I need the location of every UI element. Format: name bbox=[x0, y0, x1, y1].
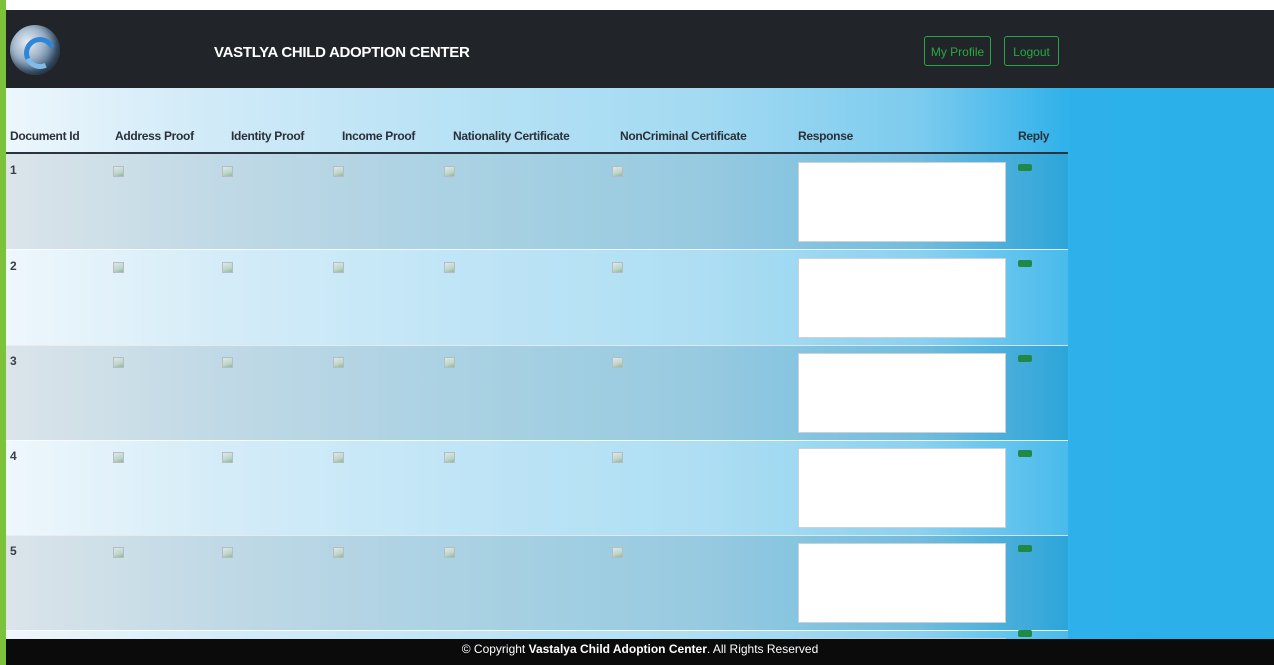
footer-org-name: Vastalya Child Adoption Center bbox=[528, 642, 707, 656]
income-proof-image-icon[interactable] bbox=[333, 452, 344, 463]
reply-button[interactable] bbox=[1018, 355, 1032, 362]
table-row-partial bbox=[6, 630, 1068, 639]
nationality-certificate-image-icon[interactable] bbox=[444, 262, 455, 273]
noncriminal-certificate-image-icon[interactable] bbox=[612, 452, 623, 463]
logout-button[interactable]: Logout bbox=[1004, 36, 1059, 66]
table-row: 5 bbox=[6, 535, 1068, 631]
reply-button[interactable] bbox=[1018, 545, 1032, 552]
reply-button[interactable] bbox=[1018, 630, 1032, 637]
page: VASTLYA CHILD ADOPTION CENTER My Profile… bbox=[0, 0, 1274, 665]
reply-button[interactable] bbox=[1018, 260, 1032, 267]
income-proof-image-icon[interactable] bbox=[333, 262, 344, 273]
response-textarea[interactable] bbox=[798, 162, 1006, 242]
document-id: 3 bbox=[10, 354, 17, 368]
noncriminal-certificate-image-icon[interactable] bbox=[612, 357, 623, 368]
nationality-certificate-image-icon[interactable] bbox=[444, 452, 455, 463]
nationality-certificate-image-icon[interactable] bbox=[444, 547, 455, 558]
address-proof-image-icon[interactable] bbox=[113, 357, 124, 368]
noncriminal-certificate-image-icon[interactable] bbox=[612, 166, 623, 177]
reply-button[interactable] bbox=[1018, 450, 1032, 457]
table-row: 2 bbox=[6, 250, 1068, 346]
identity-proof-image-icon[interactable] bbox=[222, 166, 233, 177]
response-textarea[interactable] bbox=[798, 353, 1006, 433]
document-id: 5 bbox=[10, 544, 17, 558]
address-proof-image-icon[interactable] bbox=[113, 166, 124, 177]
column-header-income-proof: Income Proof bbox=[342, 129, 416, 143]
income-proof-image-icon[interactable] bbox=[333, 166, 344, 177]
identity-proof-image-icon[interactable] bbox=[222, 452, 233, 463]
nationality-certificate-image-icon[interactable] bbox=[444, 166, 455, 177]
address-proof-image-icon[interactable] bbox=[113, 452, 124, 463]
navbar: VASTLYA CHILD ADOPTION CENTER My Profile… bbox=[6, 10, 1274, 88]
document-id: 2 bbox=[10, 259, 17, 273]
table-row: 3 bbox=[6, 345, 1068, 441]
documents-section: Document Id Address Proof Identity Proof… bbox=[6, 88, 1274, 639]
noncriminal-certificate-image-icon[interactable] bbox=[612, 262, 623, 273]
identity-proof-image-icon[interactable] bbox=[222, 357, 233, 368]
table-row: 4 bbox=[6, 440, 1068, 536]
column-header-identity-proof: Identity Proof bbox=[231, 129, 305, 143]
footer: © Copyright Vastalya Child Adoption Cent… bbox=[6, 639, 1274, 665]
identity-proof-image-icon[interactable] bbox=[222, 547, 233, 558]
reply-button[interactable] bbox=[1018, 164, 1032, 171]
document-id: 1 bbox=[10, 163, 17, 177]
column-header-noncriminal-certificate: NonCriminal Certificate bbox=[620, 129, 747, 143]
column-header-response: Response bbox=[798, 129, 853, 143]
column-header-nationality-certificate: Nationality Certificate bbox=[453, 129, 570, 143]
response-textarea[interactable] bbox=[798, 448, 1006, 528]
response-textarea[interactable] bbox=[798, 543, 1006, 623]
identity-proof-image-icon[interactable] bbox=[222, 262, 233, 273]
response-textarea[interactable] bbox=[798, 258, 1006, 338]
column-header-address-proof: Address Proof bbox=[115, 129, 194, 143]
site-title: VASTLYA CHILD ADOPTION CENTER bbox=[214, 44, 470, 61]
globe-logo-icon[interactable] bbox=[10, 25, 60, 75]
documents-table: Document Id Address Proof Identity Proof… bbox=[6, 88, 1068, 639]
footer-suffix: . All Rights Reserved bbox=[706, 642, 819, 656]
column-header-reply: Reply bbox=[1018, 129, 1050, 143]
table-row: 1 bbox=[6, 154, 1068, 250]
my-profile-button[interactable]: My Profile bbox=[924, 36, 991, 66]
noncriminal-certificate-image-icon[interactable] bbox=[612, 547, 623, 558]
column-header-document-id: Document Id bbox=[10, 129, 80, 143]
income-proof-image-icon[interactable] bbox=[333, 357, 344, 368]
document-id: 4 bbox=[10, 449, 17, 463]
address-proof-image-icon[interactable] bbox=[113, 547, 124, 558]
nationality-certificate-image-icon[interactable] bbox=[444, 357, 455, 368]
address-proof-image-icon[interactable] bbox=[113, 262, 124, 273]
income-proof-image-icon[interactable] bbox=[333, 547, 344, 558]
footer-prefix: © Copyright bbox=[461, 642, 529, 656]
